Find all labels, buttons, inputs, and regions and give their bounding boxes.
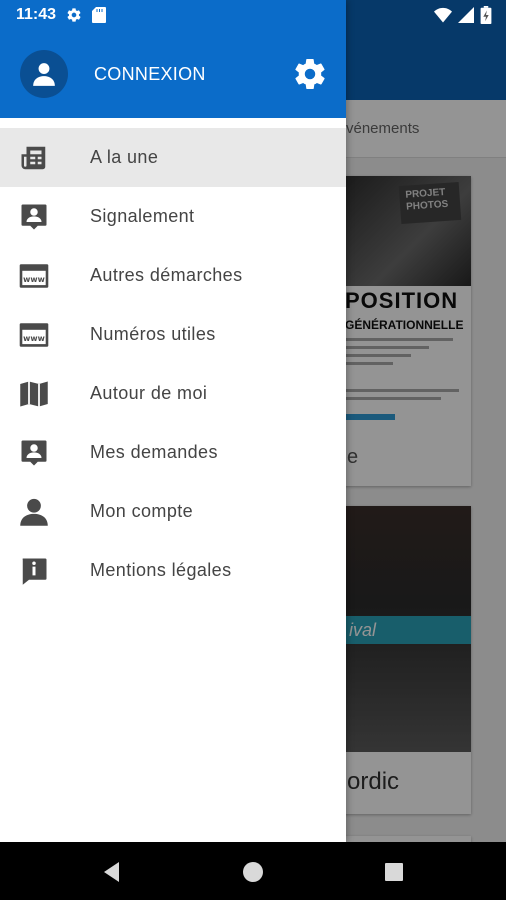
menu-item-mes-demandes[interactable]: Mes demandes xyxy=(0,423,346,482)
svg-text:www: www xyxy=(23,275,45,284)
menu-item-label: A la une xyxy=(90,147,159,167)
menu-item-label: Signalement xyxy=(90,206,195,226)
wifi-icon xyxy=(434,7,452,23)
report-icon xyxy=(18,201,50,233)
drawer-menu: A la une Signalement www Autres démarche… xyxy=(0,128,346,600)
menu-item-mon-compte[interactable]: Mon compte xyxy=(0,482,346,541)
menu-item-label: Mon compte xyxy=(90,501,194,521)
report-icon xyxy=(18,437,50,469)
info-icon xyxy=(18,555,50,587)
status-time: 11:43 xyxy=(16,6,57,23)
avatar[interactable] xyxy=(20,50,68,98)
menu-item-numeros-utiles[interactable]: www Numéros utiles xyxy=(0,305,346,364)
menu-item-signalement[interactable]: Signalement xyxy=(0,187,346,246)
web-window-icon: www xyxy=(18,260,50,292)
menu-item-a-la-une[interactable]: A la une xyxy=(0,128,346,187)
navigation-drawer: CONNEXION A la une Signalement www Autre… xyxy=(0,0,346,842)
signal-icon xyxy=(458,7,474,23)
sd-card-icon xyxy=(92,7,107,23)
menu-item-label: Mentions légales xyxy=(90,560,232,580)
home-icon[interactable] xyxy=(241,860,265,884)
person-icon xyxy=(18,496,50,528)
system-nav-bar xyxy=(0,842,506,900)
person-icon xyxy=(33,63,55,86)
menu-item-label: Mes demandes xyxy=(90,442,218,462)
map-icon xyxy=(18,378,50,410)
gear-icon xyxy=(67,8,81,22)
menu-item-label: Numéros utiles xyxy=(90,324,216,344)
web-window-icon: www xyxy=(18,319,50,351)
svg-text:www: www xyxy=(23,334,45,343)
back-icon[interactable] xyxy=(100,860,124,884)
menu-item-label: Autres démarches xyxy=(90,265,243,285)
newspaper-icon xyxy=(18,142,50,174)
menu-item-autres-demarches[interactable]: www Autres démarches xyxy=(0,246,346,305)
login-link[interactable]: CONNEXION xyxy=(94,64,206,85)
settings-gear-icon[interactable] xyxy=(292,56,328,92)
status-bar: 11:43 xyxy=(0,0,506,32)
menu-item-autour-de-moi[interactable]: Autour de moi xyxy=(0,364,346,423)
menu-item-mentions-legales[interactable]: Mentions légales xyxy=(0,541,346,600)
recents-icon[interactable] xyxy=(382,860,406,884)
menu-item-label: Autour de moi xyxy=(90,383,208,403)
battery-icon xyxy=(480,6,492,24)
